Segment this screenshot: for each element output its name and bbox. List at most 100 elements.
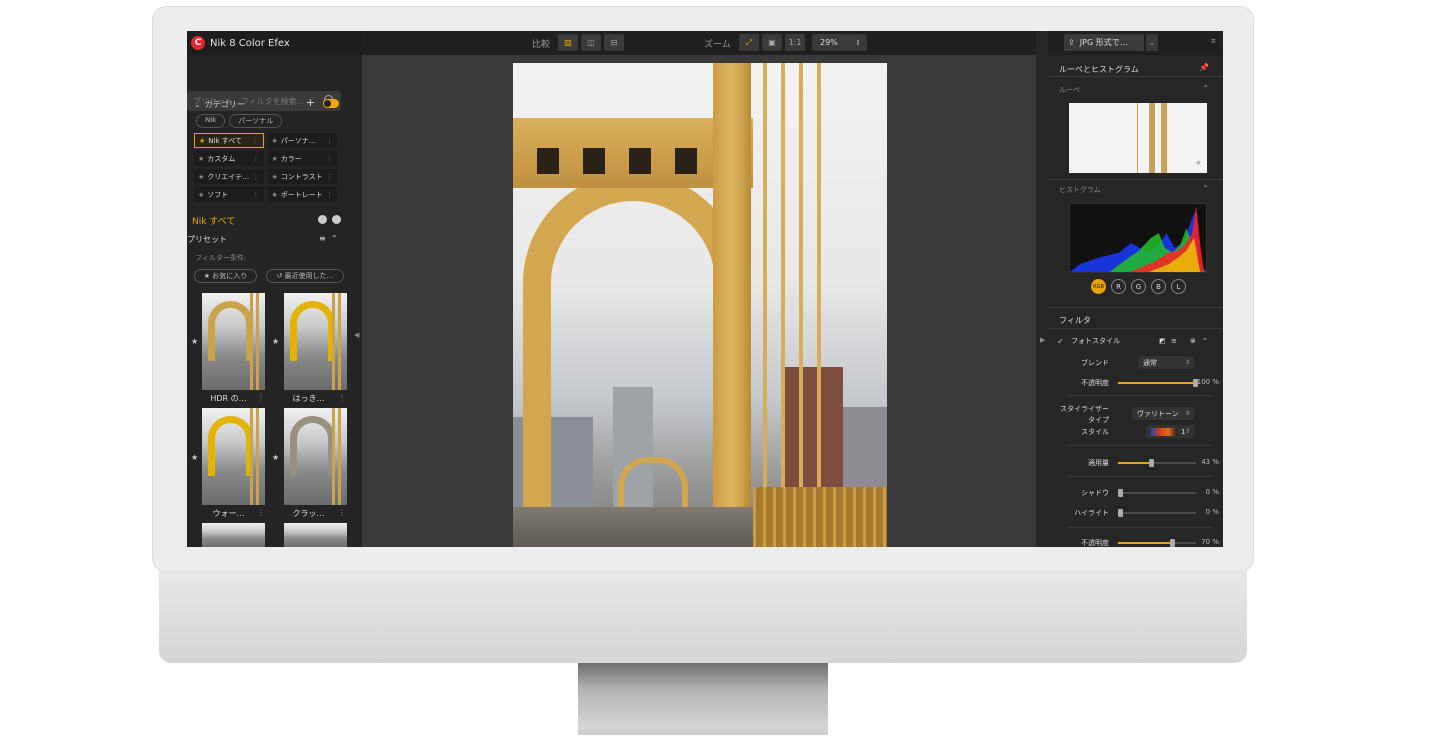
export-dropdown[interactable]: ⌄ [1146, 34, 1158, 51]
more-icon[interactable]: ⋮ [338, 508, 346, 517]
checkbox-icon[interactable]: ✓ [1057, 337, 1065, 346]
collapse-right-icon[interactable]: ▶ [1040, 336, 1045, 344]
more-icon[interactable]: ⋮ [257, 393, 265, 402]
category-color[interactable]: ★ カラー ⋮ [267, 151, 337, 166]
divider [1048, 179, 1223, 180]
category-personal[interactable]: ★ パーソナ… ⋮ [267, 133, 337, 148]
mask-icon[interactable]: ◩ [1159, 337, 1166, 345]
style-select[interactable]: 1 ⇕ [1146, 425, 1194, 438]
star-icon[interactable]: ★ [198, 191, 204, 199]
opacity2-slider[interactable] [1118, 539, 1196, 547]
opacity2-knob[interactable] [1169, 539, 1175, 547]
list-icon[interactable]: ≡ [319, 234, 326, 243]
add-circle-icon[interactable] [318, 215, 327, 224]
more-icon[interactable]: ⋮ [252, 137, 259, 145]
chip-nik[interactable]: Nik [196, 114, 226, 128]
amount-slider[interactable] [1118, 459, 1196, 467]
more-icon[interactable]: ⋮ [326, 191, 333, 199]
highlight-slider[interactable] [1118, 509, 1196, 517]
category-label: パーソナ… [280, 136, 316, 145]
preset-thumbnail[interactable] [284, 408, 347, 505]
chevron-up-icon[interactable]: ⌃ [1202, 184, 1209, 193]
nik-all-heading: Nik すべて [192, 217, 236, 227]
type-select[interactable]: ヴァリトーン ⇕ [1132, 407, 1194, 420]
star-icon[interactable]: ★ [272, 191, 278, 199]
more-icon[interactable]: ⋮ [326, 173, 333, 181]
star-icon[interactable]: ★ [272, 453, 279, 462]
star-icon[interactable]: ★ [272, 337, 279, 346]
more-icon[interactable]: ⋮ [253, 191, 260, 199]
monitor-chin [159, 570, 1247, 663]
star-icon[interactable]: ★ [272, 173, 278, 181]
more-icon[interactable]: ⋮ [326, 155, 333, 163]
category-nik-all[interactable]: ★ Nik すべて ⋮ [194, 133, 264, 148]
category-creative[interactable]: ★ クリエイテ… ⋮ [194, 169, 264, 184]
add-category-icon[interactable]: + [306, 96, 315, 109]
star-icon[interactable]: ★ [272, 137, 278, 145]
zoom-select[interactable]: 29% ⇕ [812, 34, 867, 51]
collapse-panel-icon[interactable]: ⌅ [1209, 36, 1217, 46]
favorites-button[interactable]: ★ お気に入り [194, 269, 257, 283]
blend-select[interactable]: 通常 ⇕ [1138, 356, 1194, 369]
shadow-slider[interactable] [1118, 489, 1196, 497]
zoom-1to1-button[interactable]: 1:1 [785, 34, 805, 51]
recent-label: 最近使用した… [284, 272, 334, 280]
channel-r-button[interactable]: R [1111, 279, 1126, 294]
compare-stack-icon[interactable]: ⊟ [604, 34, 624, 51]
star-icon[interactable]: ★ [198, 155, 204, 163]
channel-g-button[interactable]: G [1131, 279, 1146, 294]
category-portrait[interactable]: ★ ポートレート ⋮ [267, 187, 337, 202]
recent-button[interactable]: ↺ 最近使用した… [266, 269, 344, 283]
channel-b-button[interactable]: B [1151, 279, 1166, 294]
highlight-knob[interactable] [1118, 509, 1123, 517]
star-icon[interactable]: ★ [199, 137, 205, 145]
category-contrast[interactable]: ★ コントラスト ⋮ [267, 169, 337, 184]
more-icon[interactable]: ⋮ [257, 508, 265, 517]
loupe-view[interactable]: ⌖ [1069, 103, 1207, 173]
preset-thumbnail[interactable] [202, 523, 265, 547]
amount-knob[interactable] [1148, 459, 1154, 467]
more-icon[interactable]: ⋮ [253, 173, 260, 181]
preset-thumbnail[interactable] [202, 408, 265, 505]
chevron-up-icon[interactable]: ⌃ [331, 234, 338, 243]
add-circle-icon-2[interactable] [332, 215, 341, 224]
channel-rgb-button[interactable]: RGB [1091, 279, 1106, 294]
more-icon[interactable]: ⋮ [338, 393, 346, 402]
compare-split-icon[interactable]: ▨ [558, 34, 578, 51]
category-soft[interactable]: ★ ソフト ⋮ [194, 187, 264, 202]
star-icon[interactable]: ★ [191, 337, 198, 346]
bridge-window [537, 148, 559, 174]
remove-filter-icon[interactable]: ⊗ [1190, 337, 1196, 345]
loupe-pin-icon[interactable]: ⌖ [1196, 159, 1201, 169]
fit-screen-icon[interactable]: ⤢ [739, 34, 759, 51]
list-icon[interactable]: ≡ [1171, 337, 1177, 345]
star-icon[interactable]: ★ [198, 173, 204, 181]
more-icon[interactable]: ⋮ [253, 155, 260, 163]
star-icon[interactable]: ★ [191, 453, 198, 462]
filter-name: フォトスタイル [1071, 337, 1120, 345]
collapse-left-icon[interactable]: ◀ [354, 331, 359, 339]
chevron-up-icon[interactable]: ⌃ [1202, 84, 1209, 93]
chevron-down-icon[interactable]: ⌄ [194, 100, 201, 109]
more-icon[interactable]: ⋮ [326, 137, 333, 145]
shadow-knob[interactable] [1118, 489, 1123, 497]
chip-personal[interactable]: パーソナル [229, 114, 283, 128]
category-custom[interactable]: ★ カスタム ⋮ [194, 151, 264, 166]
compare-side-icon[interactable]: ◫ [581, 34, 601, 51]
photo-preview[interactable] [513, 63, 887, 547]
fill-screen-icon[interactable]: ▣ [762, 34, 782, 51]
chevron-up-icon[interactable]: ⌃ [1202, 337, 1208, 345]
categories-header[interactable]: ⌄ カテゴリー + [194, 96, 339, 110]
channel-l-button[interactable]: L [1171, 279, 1186, 294]
filters-title: フィルタ [1059, 316, 1091, 325]
opacity-slider[interactable] [1118, 379, 1198, 387]
categories-title: カテゴリー [204, 99, 245, 109]
export-button[interactable]: ⇪ JPG 形式で… [1064, 34, 1144, 51]
categories-toggle[interactable] [323, 99, 339, 108]
image-canvas[interactable] [362, 55, 1036, 547]
star-icon[interactable]: ★ [272, 155, 278, 163]
preset-thumbnail[interactable] [202, 293, 265, 390]
preset-thumbnail[interactable] [284, 293, 347, 390]
pin-icon[interactable]: 📌 [1199, 63, 1209, 72]
preset-thumbnail[interactable] [284, 523, 347, 547]
